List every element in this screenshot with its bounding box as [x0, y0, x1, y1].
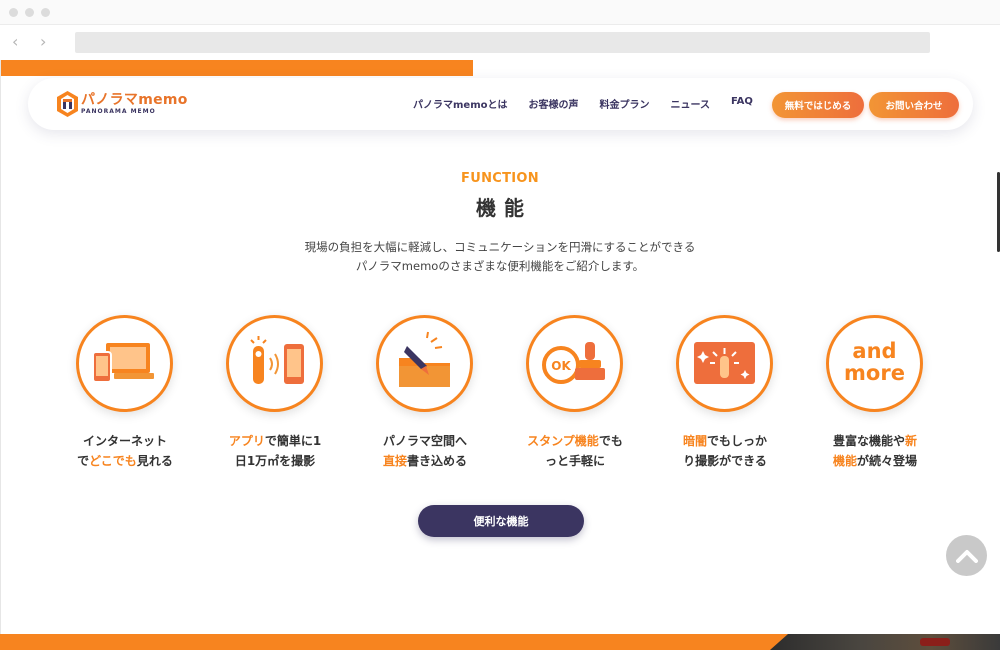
pen-folder-icon	[376, 315, 473, 412]
description-line-1: 現場の負担を大幅に軽減し、コミュニケーションを円滑にすることができる	[304, 240, 696, 254]
and-text: and	[852, 339, 897, 363]
window-minimize-dot[interactable]	[25, 8, 34, 17]
bottom-photo-strip	[770, 634, 1000, 650]
logo-text: パノラマmemo	[81, 91, 188, 108]
nav-item-news[interactable]: ニュース	[671, 96, 711, 111]
nav-item-pricing[interactable]: 料金プラン	[600, 96, 650, 111]
caption-text: でもしっか	[707, 434, 768, 448]
window-close-dot[interactable]	[9, 8, 18, 17]
caption-highlight: 新	[905, 434, 918, 448]
chevron-right-icon[interactable]: ›	[40, 33, 46, 51]
feature-caption: スタンプ機能でも っと手軽に	[500, 431, 650, 471]
svg-text:OK: OK	[551, 359, 571, 373]
caption-highlight: 機能	[832, 454, 857, 468]
caption-text: 豊富な機能や	[832, 434, 905, 448]
feature-caption: 暗闇でもしっか り撮影ができる	[650, 431, 800, 471]
description-line-2: パノラマmemoのさまざまな便利機能をご紹介します。	[355, 259, 645, 273]
contact-button[interactable]: お問い合わせ	[869, 92, 959, 118]
app-camera-icon	[226, 315, 323, 412]
features-more-button[interactable]: 便利な機能	[418, 505, 584, 537]
caption-line-2: り撮影ができる	[683, 454, 767, 468]
caption-highlight: 直接	[382, 454, 407, 468]
logo-subtitle: PANORAMA MEMO	[81, 107, 156, 115]
feature-caption: インターネット でどこでも見れる	[50, 431, 200, 471]
site-header: パノラマmemo PANORAMA MEMO パノラマmemoとは お客様の声 …	[28, 78, 973, 130]
back-to-top-button[interactable]	[946, 535, 987, 576]
feature-caption: アプリで簡単に1 日1万㎡を撮影	[200, 431, 350, 471]
caption-highlight: スタンプ機能	[527, 434, 599, 448]
caption-line-1: インターネット	[82, 434, 167, 448]
dark-shooting-icon	[676, 315, 773, 412]
caption-text: が続々登場	[857, 454, 918, 468]
devices-icon	[76, 315, 173, 412]
free-start-button[interactable]: 無料ではじめる	[772, 92, 864, 118]
chevron-left-icon[interactable]: ‹	[12, 33, 18, 51]
top-accent-bar	[1, 60, 473, 76]
nav-item-voices[interactable]: お客様の声	[529, 96, 579, 111]
url-bar[interactable]	[75, 32, 930, 53]
caption-line-2: っと手軽に	[544, 454, 605, 468]
window-maximize-dot[interactable]	[41, 8, 50, 17]
main-nav: パノラマmemoとは お客様の声 料金プラン ニュース FAQ	[413, 96, 774, 111]
section-label: FUNCTION	[461, 171, 539, 186]
caption-text: で	[77, 454, 90, 468]
feature-caption: 豊富な機能や新 機能が続々登場	[800, 431, 950, 471]
caption-highlight: どこでも	[89, 454, 137, 468]
section-title: 機能	[476, 196, 532, 220]
and-more-icon: and more	[826, 315, 923, 412]
stamp-icon: OK	[526, 315, 623, 412]
caption-text: 書き込める	[407, 454, 468, 468]
caption-highlight: 暗闇	[682, 434, 707, 448]
caption-highlight: アプリ	[228, 434, 265, 448]
site-logo[interactable]: パノラマmemo PANORAMA MEMO	[57, 91, 188, 117]
more-text: more	[844, 361, 905, 385]
browser-titlebar	[0, 0, 1000, 25]
section-description: 現場の負担を大幅に軽減し、コミュニケーションを円滑にすることができる パノラマm…	[0, 238, 1000, 276]
frame-border	[0, 60, 1, 650]
caption-line-1: パノラマ空間へ	[382, 434, 467, 448]
logo-icon	[57, 91, 78, 117]
chevron-up-icon	[955, 549, 978, 563]
feature-caption: パノラマ空間へ 直接書き込める	[350, 431, 500, 471]
caption-text: 見れる	[136, 454, 173, 468]
caption-text: でも	[598, 434, 623, 448]
caption-text: で簡単に1	[264, 434, 322, 448]
nav-item-about[interactable]: パノラマmemoとは	[413, 96, 508, 111]
caption-line-2: 日1万㎡を撮影	[234, 454, 316, 468]
nav-item-faq[interactable]: FAQ	[731, 96, 753, 111]
